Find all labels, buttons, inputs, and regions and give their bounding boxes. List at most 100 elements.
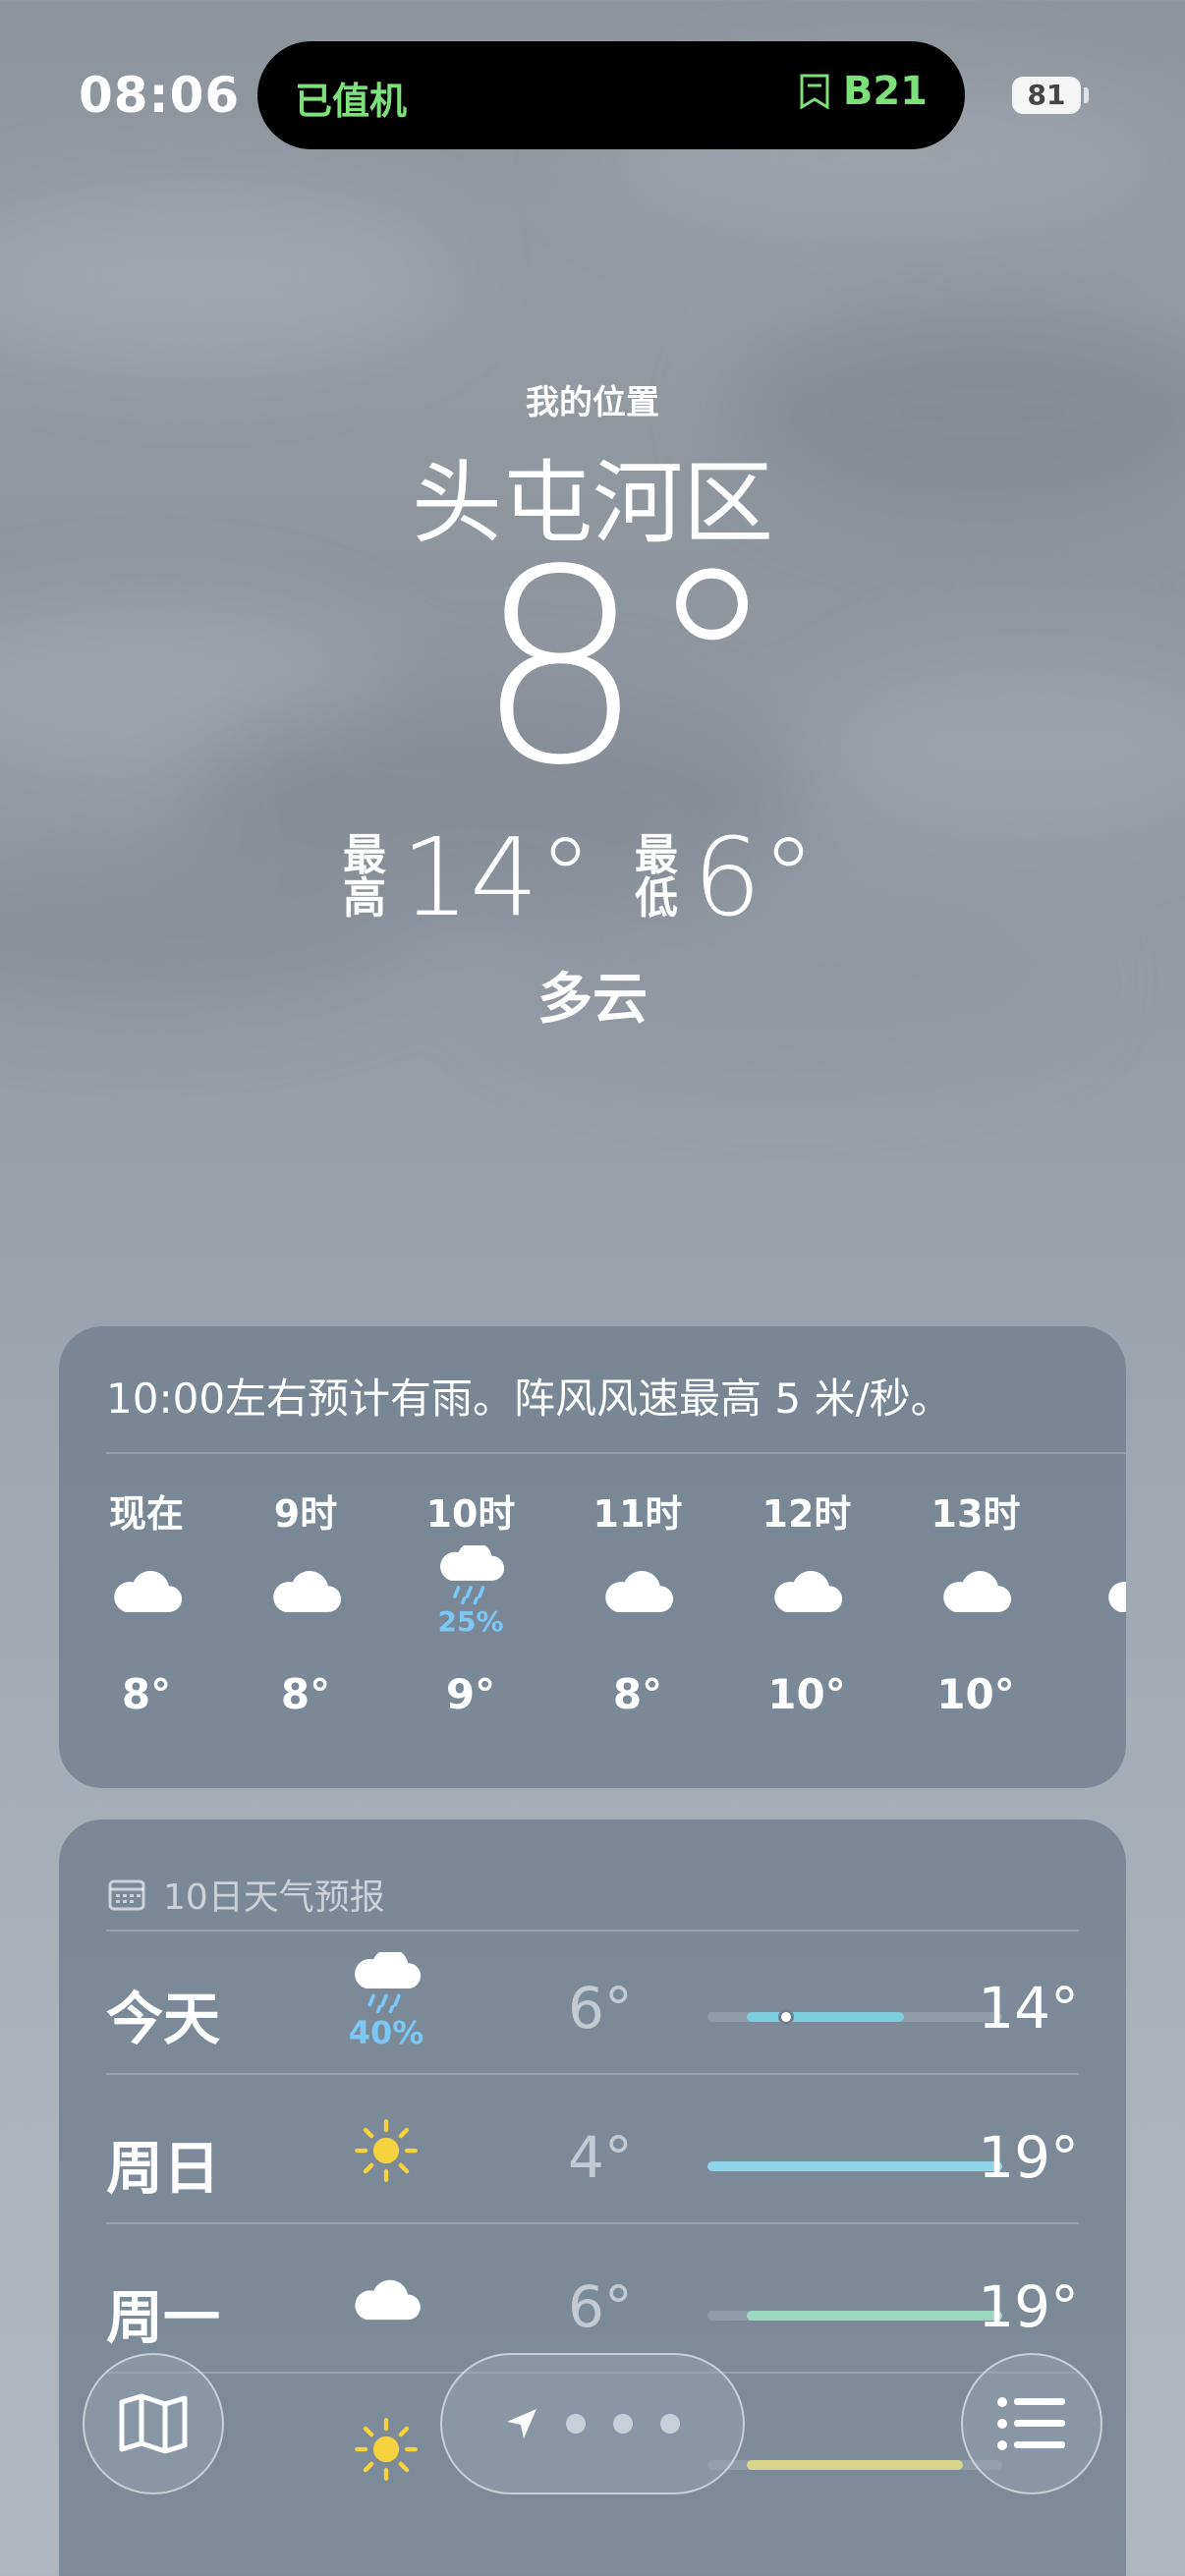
cloud-rain-icon (440, 1545, 505, 1605)
hour-icon (232, 1533, 379, 1651)
day-icon (332, 2385, 440, 2513)
page-dot[interactable] (613, 2414, 633, 2434)
divider (106, 2073, 1079, 2075)
day-label: 今天 (106, 1986, 221, 2052)
hour-temp: 8° (121, 1670, 172, 1718)
divider (106, 1452, 1126, 1454)
hour-icon (73, 1533, 220, 1651)
hour-icon: 25% (397, 1533, 544, 1651)
hour-temp: 10° (936, 1670, 1015, 1718)
low-value: 6° (692, 814, 816, 940)
hour-label: 1 (1067, 1484, 1126, 1533)
current-temperature-value: 8° (475, 514, 779, 824)
hour-label: 11时 (592, 1492, 683, 1536)
battery-nub (1084, 87, 1089, 103)
list-icon (997, 2397, 1065, 2450)
gate-info: B21 (798, 69, 928, 114)
ten-day-header: 10日天气预报 (108, 1869, 385, 1920)
temp-range-fill (747, 2460, 963, 2470)
hour-temp: 8° (612, 1670, 663, 1718)
gate-number: B21 (842, 69, 928, 114)
day-label: 周一 (106, 2284, 221, 2351)
hourly-item: 12时 10° (733, 1484, 880, 1718)
temp-range-fill (747, 2311, 1002, 2321)
cloud-icon (943, 1570, 1012, 1612)
hourly-item: 现在 8° (73, 1484, 220, 1718)
weather-condition: 多云 (537, 968, 648, 1032)
daily-row[interactable]: 今天 40% 6° 14° (106, 1928, 1079, 2075)
current-temperature: 8° (0, 535, 1185, 803)
hour-icon (733, 1533, 880, 1651)
map-button[interactable] (83, 2353, 224, 2494)
low-label: 最低 (634, 830, 678, 924)
hour-label: 10时 (425, 1492, 516, 1536)
boarding-gate-icon (800, 74, 829, 110)
hour-temp: 10° (767, 1670, 846, 1718)
hour-icon (902, 1533, 1049, 1651)
day-label: 周日 (106, 2135, 221, 2202)
hour-temp: 9° (445, 1670, 496, 1718)
low-temp: 4° (568, 2124, 633, 2191)
daily-row[interactable]: 周一 6° 19° (106, 2226, 1079, 2374)
hourly-item: 11 (1067, 1484, 1126, 1718)
cloud-icon (114, 1570, 183, 1612)
daily-row[interactable]: 周日 4° 19° (106, 2077, 1079, 2224)
location-arrow-icon (507, 2409, 536, 2438)
hour-icon (1067, 1533, 1126, 1651)
hourly-item: 11时 8° (564, 1484, 711, 1718)
my-location-label: 我的位置 (526, 383, 659, 422)
status-time: 08:06 (79, 67, 241, 124)
temp-range-fill (747, 2012, 904, 2022)
cloud-icon (355, 2279, 421, 2321)
high-value: 14° (401, 814, 592, 940)
temp-range-bar (707, 2161, 1002, 2171)
hourly-forecast-card[interactable]: 10:00左右预计有雨。阵风风速最高 5 米/秒。 现在 8° 9时 8° 10时 25%… (59, 1326, 1126, 1788)
temp-range-bar (707, 2460, 1002, 2470)
temp-range-bar (707, 2009, 1002, 2025)
cloud-icon (774, 1570, 843, 1612)
location-pager[interactable] (440, 2353, 745, 2494)
hour-temp: 1 (1067, 1670, 1126, 1718)
hour-label: 9时 (273, 1492, 338, 1536)
battery-icon: 81 (1012, 77, 1081, 114)
high-temp: 19° (978, 2124, 1079, 2191)
checkin-status: 已值机 (295, 80, 408, 123)
cloud-icon (605, 1570, 674, 1612)
current-temp-dot (778, 2009, 794, 2025)
divider (106, 1930, 1079, 1932)
page-dot[interactable] (566, 2414, 586, 2434)
hourly-item: 10时 25% 9° (397, 1484, 544, 1718)
high-low-temps: 最高 14° 最低 6° (0, 823, 1185, 931)
cloud-icon (1108, 1582, 1126, 1612)
page-dot[interactable] (660, 2414, 680, 2434)
sun-icon (355, 2418, 418, 2481)
hour-temp: 8° (280, 1670, 331, 1718)
list-button[interactable] (961, 2353, 1102, 2494)
hour-label: 13时 (931, 1492, 1021, 1536)
high-temp: 14° (978, 1975, 1079, 2042)
cloud-rain-icon (355, 1951, 422, 2013)
temp-range-bar (707, 2311, 1002, 2321)
low-temp: 6° (568, 2273, 633, 2340)
day-icon (332, 2087, 440, 2214)
ten-day-title: 10日天气预报 (163, 1877, 385, 1918)
precip-chance: 25% (437, 1605, 504, 1638)
hour-label: 12时 (762, 1492, 852, 1536)
hourly-item: 13时 10° (902, 1484, 1049, 1718)
calendar-icon (108, 1879, 145, 1911)
dynamic-island[interactable]: 已值机 B21 (257, 41, 965, 149)
forecast-summary: 10:00左右预计有雨。阵风风速最高 5 米/秒。 (106, 1374, 952, 1423)
cloud-icon (273, 1570, 342, 1612)
high-label: 最高 (343, 830, 386, 924)
high-temp: 19° (978, 2273, 1079, 2340)
divider (106, 2222, 1079, 2224)
temp-range-fill (707, 2161, 1002, 2171)
low-temp: 6° (568, 1975, 633, 2042)
day-icon: 40% (332, 1937, 440, 2065)
hourly-item: 9时 8° (232, 1484, 379, 1718)
day-icon (332, 2236, 440, 2364)
sun-icon (355, 2119, 418, 2182)
map-icon (119, 2393, 188, 2454)
hour-label: 现在 (108, 1492, 184, 1536)
precip-chance: 40% (348, 2013, 424, 2051)
